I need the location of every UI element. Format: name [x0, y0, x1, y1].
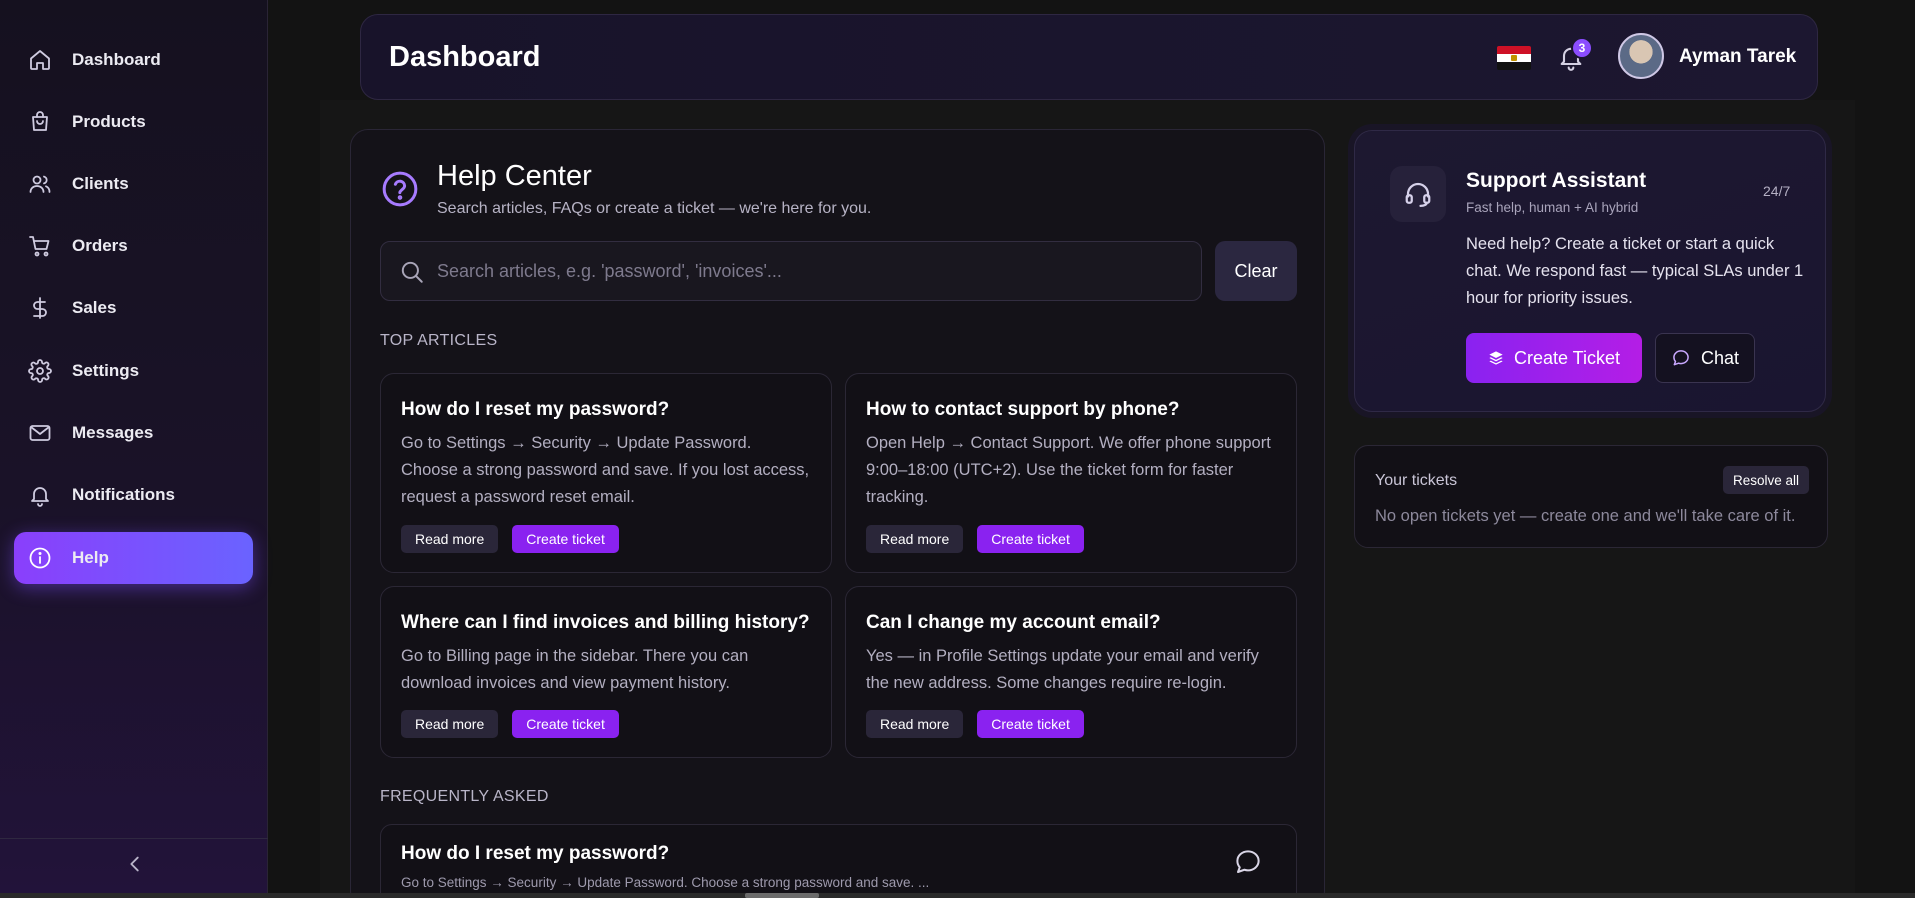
article-card[interactable]: Where can I find invoices and billing hi…: [380, 586, 832, 758]
sidebar: Dashboard Products Clients Orders Sales …: [0, 0, 268, 898]
sidebar-item-products[interactable]: Products: [14, 96, 253, 148]
page-title: Dashboard: [389, 41, 541, 73]
article-card[interactable]: Can I change my account email? Yes — in …: [845, 586, 1297, 758]
sidebar-item-notifications[interactable]: Notifications: [14, 469, 253, 521]
sidebar-item-clients[interactable]: Clients: [14, 158, 253, 210]
article-summary: Go to Billing page in the sidebar. There…: [401, 647, 749, 692]
faq-preview: Go to Settings → Security → Update Passw…: [401, 875, 930, 890]
user-name[interactable]: Ayman Tarek: [1679, 46, 1796, 68]
help-center-subtitle: Search articles, FAQs or create a ticket…: [437, 200, 872, 217]
your-tickets-card: Your tickets Resolve all No open tickets…: [1354, 445, 1828, 548]
scrollbar-thumb[interactable]: [745, 893, 819, 898]
article-title: How to contact support by phone?: [866, 399, 1180, 420]
faq-question: How do I reset my password?: [401, 843, 670, 864]
clear-button[interactable]: Clear: [1215, 241, 1297, 301]
article-summary: Yes — in Profile Settings update your em…: [866, 647, 1259, 692]
chat-button[interactable]: Chat: [1655, 333, 1755, 383]
cart-icon: [28, 234, 52, 258]
avatar[interactable]: [1618, 33, 1664, 79]
mail-icon: [28, 421, 52, 445]
help-center-panel: Help Center Search articles, FAQs or cre…: [350, 129, 1325, 898]
sidebar-item-label: Settings: [72, 361, 140, 380]
create-ticket-label: Create Ticket: [1513, 347, 1621, 368]
sidebar-item-label: Help: [72, 548, 109, 567]
chat-bubble-icon[interactable]: [1233, 847, 1263, 877]
article-summary: Open Help → Contact Support. We offer ph…: [866, 434, 1271, 506]
sidebar-item-label: Sales: [72, 298, 117, 317]
article-card[interactable]: How to contact support by phone? Open He…: [845, 373, 1297, 573]
tickets-title: Your tickets: [1375, 472, 1458, 489]
chat-bubble-icon: [1673, 350, 1689, 366]
question-circle-icon: [381, 170, 419, 208]
tickets-empty-state: No open tickets yet — create one and we'…: [1375, 507, 1796, 525]
resolve-all-button[interactable]: Resolve all: [1723, 466, 1809, 494]
sidebar-footer: [0, 838, 268, 898]
help-center-title: Help Center: [437, 160, 592, 192]
support-assistant-description: Need help? Create a ticket or start a qu…: [1466, 235, 1804, 307]
sidebar-item-label: Dashboard: [72, 50, 161, 69]
sidebar-item-orders[interactable]: Orders: [14, 220, 253, 272]
search-icon: [399, 259, 425, 285]
support-assistant-subtitle: Fast help, human + AI hybrid: [1466, 200, 1639, 215]
horizontal-scrollbar[interactable]: [0, 893, 1915, 898]
faq-heading: FREQUENTLY ASKED: [380, 788, 549, 805]
create-ticket-primary-button[interactable]: Create Ticket: [1466, 333, 1642, 383]
article-title: How do I reset my password?: [401, 399, 670, 420]
shopping-bag-icon: [28, 110, 52, 134]
layers-icon: [1489, 351, 1503, 365]
search-input[interactable]: [437, 242, 1187, 300]
sidebar-item-label: Clients: [72, 174, 129, 193]
home-icon: [28, 48, 52, 72]
create-ticket-button[interactable]: Create ticket: [512, 710, 619, 738]
sidebar-item-dashboard[interactable]: Dashboard: [14, 34, 253, 86]
support-assistant-title: Support Assistant: [1466, 169, 1647, 192]
users-icon: [28, 172, 52, 196]
egypt-flag-icon[interactable]: [1497, 46, 1531, 70]
article-summary: Go to Settings → Security → Update Passw…: [401, 434, 810, 506]
article-title: Can I change my account email?: [866, 612, 1161, 633]
bell-icon: [28, 483, 52, 507]
support-assistant-card: Support Assistant Fast help, human + AI …: [1354, 130, 1826, 412]
info-icon: [28, 546, 52, 570]
sidebar-item-label: Orders: [72, 236, 128, 255]
read-more-button[interactable]: Read more: [866, 710, 964, 738]
notification-count-badge: 3: [1571, 37, 1593, 59]
headset-icon: [1390, 166, 1446, 222]
sidebar-item-help[interactable]: Help: [14, 532, 253, 584]
sidebar-item-settings[interactable]: Settings: [14, 345, 253, 397]
dollar-icon: [28, 296, 52, 320]
create-ticket-button[interactable]: Create ticket: [977, 710, 1084, 738]
read-more-button[interactable]: Read more: [866, 525, 964, 553]
sidebar-item-sales[interactable]: Sales: [14, 282, 253, 334]
top-header: Dashboard 3 Ayman Tarek: [360, 14, 1818, 100]
sidebar-item-messages[interactable]: Messages: [14, 407, 253, 459]
create-ticket-button[interactable]: Create ticket: [977, 525, 1084, 553]
article-card[interactable]: How do I reset my password? Go to Settin…: [380, 373, 832, 573]
search-box: [380, 241, 1202, 301]
create-ticket-button[interactable]: Create ticket: [512, 525, 619, 553]
read-more-button[interactable]: Read more: [401, 525, 499, 553]
sidebar-item-label: Products: [72, 112, 146, 131]
faq-item[interactable]: How do I reset my password? Go to Settin…: [380, 824, 1297, 898]
chat-label: Chat: [1700, 347, 1740, 368]
chevron-left-icon[interactable]: [124, 853, 146, 875]
top-articles-heading: TOP ARTICLES: [380, 332, 498, 349]
article-title: Where can I find invoices and billing hi…: [401, 612, 810, 633]
sidebar-item-label: Notifications: [72, 485, 175, 504]
availability-badge: 24/7: [1763, 183, 1791, 199]
sidebar-item-label: Messages: [72, 423, 154, 442]
gear-icon: [28, 359, 52, 383]
read-more-button[interactable]: Read more: [401, 710, 499, 738]
